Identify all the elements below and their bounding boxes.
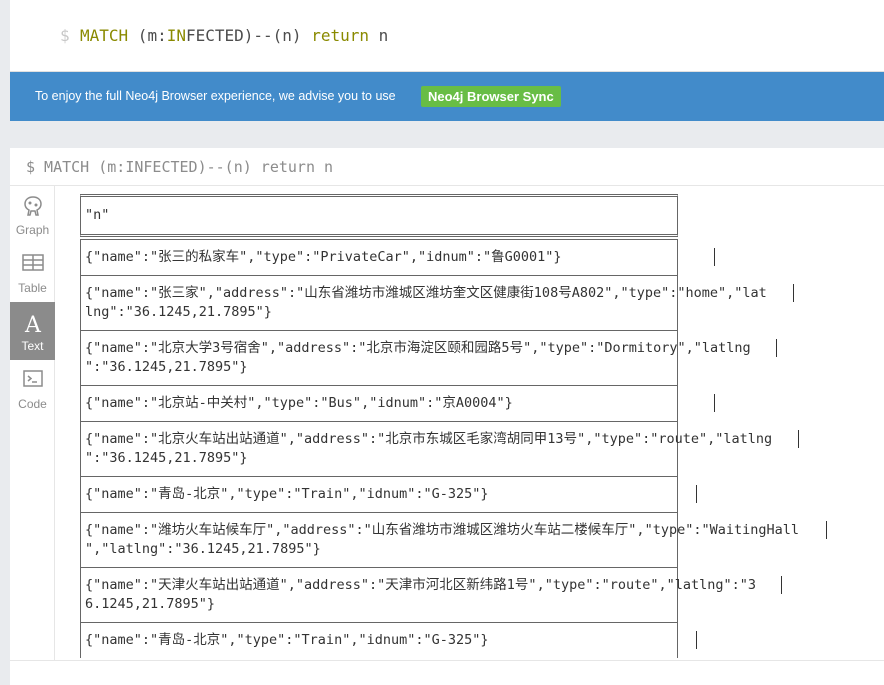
table-row: {"name":"北京站-中关村","type":"Bus","idnum":"…: [80, 385, 715, 421]
row-line: ":"36.1245,21.7895"}: [85, 359, 248, 375]
view-switcher: Graph Table A Text Code: [10, 186, 55, 685]
table-row: {"name":"北京火车站出站通道","address":"北京市东城区毛家湾…: [80, 421, 799, 476]
tab-code-label: Code: [18, 397, 47, 411]
row-line: {"name":"青岛-北京","type":"Train","idnum":"…: [85, 486, 489, 502]
code-icon: [10, 368, 55, 396]
ascii-table: "n" {"name":"张三的私家车","type":"PrivateCar"…: [80, 194, 827, 658]
tab-text[interactable]: A Text: [10, 302, 55, 360]
text-icon: A: [10, 310, 55, 338]
browser-sync-button[interactable]: Neo4j Browser Sync: [421, 86, 561, 107]
row-line: {"name":"张三的私家车","type":"PrivateCar","id…: [85, 249, 562, 265]
query-editor[interactable]: $ MATCH (m:INFECTED)--(n) return n: [10, 0, 884, 72]
tab-graph[interactable]: Graph: [10, 186, 55, 244]
row-line: {"name":"天津火车站出站通道","address":"天津市河北区新纬路…: [85, 577, 757, 593]
tab-table[interactable]: Table: [10, 244, 55, 302]
row-line: {"name":"潍坊火车站候车厅","address":"山东省潍坊市潍城区潍…: [85, 522, 799, 538]
row-line: 6.1245,21.7895"}: [85, 596, 216, 612]
table-row: {"name":"青岛-北京","type":"Train","idnum":"…: [80, 622, 697, 658]
table-icon: [10, 252, 55, 280]
tab-text-label: Text: [21, 339, 44, 353]
table-header: "n": [80, 194, 678, 237]
frame-footer: [10, 660, 884, 685]
text-output[interactable]: "n" {"name":"张三的私家车","type":"PrivateCar"…: [55, 186, 884, 660]
tab-table-label: Table: [18, 281, 47, 295]
banner-message: To enjoy the full Neo4j Browser experien…: [35, 89, 396, 103]
row-line: {"name":"北京站-中关村","type":"Bus","idnum":"…: [85, 395, 513, 411]
table-row: {"name":"青岛-北京","type":"Train","idnum":"…: [80, 476, 697, 512]
prompt-symbol: $: [60, 26, 70, 45]
row-line: {"name":"张三家","address":"山东省潍坊市潍城区潍坊奎文区健…: [85, 285, 767, 301]
tab-code[interactable]: Code: [10, 360, 55, 418]
graph-icon: [10, 194, 55, 222]
row-line: {"name":"青岛-北京","type":"Train","idnum":"…: [85, 632, 489, 648]
query-input[interactable]: MATCH (m:INFECTED)--(n) return n: [80, 26, 388, 45]
result-frame: $ MATCH (m:INFECTED)--(n) return n Graph…: [10, 148, 884, 685]
table-row: {"name":"天津火车站出站通道","address":"天津市河北区新纬路…: [80, 567, 782, 622]
row-line: ","latlng":"36.1245,21.7895"}: [85, 541, 321, 557]
svg-text:A: A: [24, 313, 42, 336]
frame-header: $ MATCH (m:INFECTED)--(n) return n: [10, 148, 884, 186]
table-row: {"name":"张三家","address":"山东省潍坊市潍城区潍坊奎文区健…: [80, 275, 794, 330]
sync-banner: To enjoy the full Neo4j Browser experien…: [10, 72, 884, 121]
row-line: ":"36.1245,21.7895"}: [85, 450, 248, 466]
tab-graph-label: Graph: [15, 223, 50, 237]
frame-query[interactable]: $ MATCH (m:INFECTED)--(n) return n: [26, 158, 333, 176]
table-row: {"name":"北京大学3号宿舍","address":"北京市海淀区颐和园路…: [80, 330, 777, 385]
row-line: lng":"36.1245,21.7895"}: [85, 304, 272, 320]
row-line: {"name":"北京火车站出站通道","address":"北京市东城区毛家湾…: [85, 431, 773, 447]
table-row: {"name":"张三的私家车","type":"PrivateCar","id…: [80, 239, 715, 275]
table-row: {"name":"潍坊火车站候车厅","address":"山东省潍坊市潍城区潍…: [80, 512, 827, 567]
column-header: "n": [85, 207, 110, 223]
row-line: {"name":"北京大学3号宿舍","address":"北京市海淀区颐和园路…: [85, 340, 751, 356]
